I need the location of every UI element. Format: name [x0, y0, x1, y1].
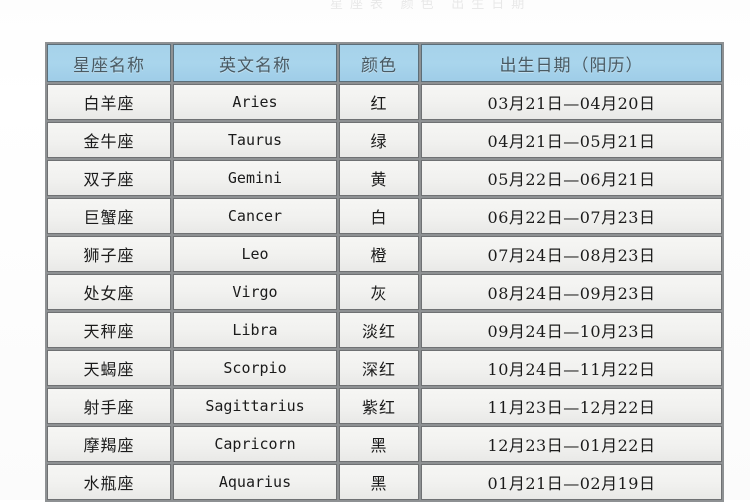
cell-english-name: Leo — [173, 236, 337, 272]
cell-color: 橙 — [339, 236, 419, 272]
table-header-row: 星座名称 英文名称 颜色 出生日期（阳历） — [47, 44, 722, 82]
cell-color: 黑 — [339, 426, 419, 462]
cell-english-name: Cancer — [173, 198, 337, 234]
table-row: 水瓶座 Aquarius 黑 01月21日—02月19日 — [47, 464, 722, 500]
cell-zodiac-name: 天秤座 — [47, 312, 171, 348]
table-row: 金牛座 Taurus 绿 04月21日—05月21日 — [47, 122, 722, 158]
table-body: 白羊座 Aries 红 03月21日—04月20日 金牛座 Taurus 绿 04月21日—0… — [47, 84, 722, 500]
cell-zodiac-name: 射手座 — [47, 388, 171, 424]
cell-birth-date: 01月21日—02月19日 — [421, 464, 722, 500]
table-row: 双子座 Gemini 黄 05月22日—06月21日 — [47, 160, 722, 196]
cell-color: 黑 — [339, 464, 419, 500]
cell-color: 白 — [339, 198, 419, 234]
cell-birth-date: 10月24日—11月22日 — [421, 350, 722, 386]
column-header-zodiac-name: 星座名称 — [47, 44, 171, 82]
column-header-birth-date: 出生日期（阳历） — [421, 44, 722, 82]
table-row: 巨蟹座 Cancer 白 06月22日—07月23日 — [47, 198, 722, 234]
cell-english-name: Libra — [173, 312, 337, 348]
column-header-english-name: 英文名称 — [173, 44, 337, 82]
table-row: 射手座 Sagittarius 紫红 11月23日—12月22日 — [47, 388, 722, 424]
cell-zodiac-name: 摩羯座 — [47, 426, 171, 462]
cell-zodiac-name: 白羊座 — [47, 84, 171, 120]
column-header-color: 颜色 — [339, 44, 419, 82]
cell-zodiac-name: 狮子座 — [47, 236, 171, 272]
cell-zodiac-name: 双子座 — [47, 160, 171, 196]
cell-color: 灰 — [339, 274, 419, 310]
table-row: 白羊座 Aries 红 03月21日—04月20日 — [47, 84, 722, 120]
table-row: 处女座 Virgo 灰 08月24日—09月23日 — [47, 274, 722, 310]
cell-color: 绿 — [339, 122, 419, 158]
zodiac-table: 星座名称 英文名称 颜色 出生日期（阳历） 白羊座 Aries 红 03月21日—04… — [45, 42, 724, 502]
cell-birth-date: 05月22日—06月21日 — [421, 160, 722, 196]
cell-birth-date: 08月24日—09月23日 — [421, 274, 722, 310]
table-row: 狮子座 Leo 橙 07月24日—08月23日 — [47, 236, 722, 272]
cell-birth-date: 12月23日—01月22日 — [421, 426, 722, 462]
cell-birth-date: 03月21日—04月20日 — [421, 84, 722, 120]
cell-birth-date: 04月21日—05月21日 — [421, 122, 722, 158]
cell-english-name: Sagittarius — [173, 388, 337, 424]
cell-english-name: Scorpio — [173, 350, 337, 386]
cell-color: 紫红 — [339, 388, 419, 424]
cell-english-name: Aquarius — [173, 464, 337, 500]
cell-english-name: Aries — [173, 84, 337, 120]
table-row: 天秤座 Libra 淡红 09月24日—10月23日 — [47, 312, 722, 348]
cell-color: 深红 — [339, 350, 419, 386]
cell-birth-date: 11月23日—12月22日 — [421, 388, 722, 424]
cell-zodiac-name: 金牛座 — [47, 122, 171, 158]
cell-english-name: Capricorn — [173, 426, 337, 462]
cell-color: 淡红 — [339, 312, 419, 348]
cell-color: 黄 — [339, 160, 419, 196]
cell-birth-date: 07月24日—08月23日 — [421, 236, 722, 272]
table-header: 星座名称 英文名称 颜色 出生日期（阳历） — [47, 44, 722, 82]
cell-english-name: Gemini — [173, 160, 337, 196]
cell-english-name: Taurus — [173, 122, 337, 158]
cell-zodiac-name: 巨蟹座 — [47, 198, 171, 234]
page-root: 星座表 颜色 出生日期 星座名称 英文名称 颜色 出生日期（阳历） 白羊座 Ari… — [0, 0, 750, 502]
cell-zodiac-name: 处女座 — [47, 274, 171, 310]
table-row: 摩羯座 Capricorn 黑 12月23日—01月22日 — [47, 426, 722, 462]
clipped-top-text: 星座表 颜色 出生日期 — [330, 0, 532, 9]
cell-birth-date: 06月22日—07月23日 — [421, 198, 722, 234]
cell-zodiac-name: 天蝎座 — [47, 350, 171, 386]
cell-color: 红 — [339, 84, 419, 120]
cell-zodiac-name: 水瓶座 — [47, 464, 171, 500]
cell-english-name: Virgo — [173, 274, 337, 310]
zodiac-table-container: 星座名称 英文名称 颜色 出生日期（阳历） 白羊座 Aries 红 03月21日—04… — [45, 42, 724, 502]
table-row: 天蝎座 Scorpio 深红 10月24日—11月22日 — [47, 350, 722, 386]
cell-birth-date: 09月24日—10月23日 — [421, 312, 722, 348]
